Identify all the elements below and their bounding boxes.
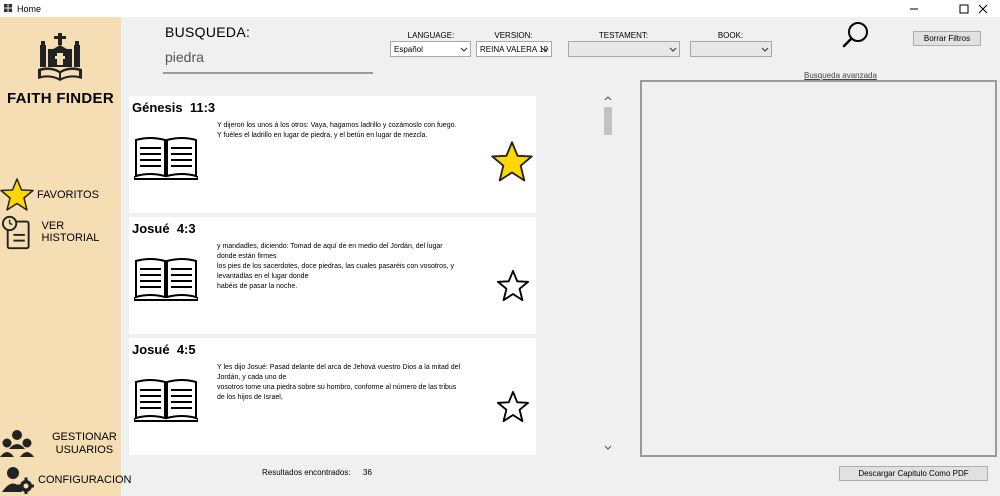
- result-card[interactable]: Josué 4:3 y mandadles, diciendo: Tomad d…: [129, 217, 536, 334]
- sidebar-item-label: GESTIONAR USUARIOS: [52, 431, 117, 456]
- chevron-down-icon: [541, 47, 549, 52]
- book-select[interactable]: [690, 41, 772, 57]
- results-count-value: 36: [363, 468, 372, 477]
- scroll-up-arrow-icon[interactable]: [604, 95, 612, 101]
- verse-line: Jordán, y cada uno de: [217, 374, 287, 381]
- verse-line: vosotros tome una piedra sobre su hombro…: [217, 384, 457, 391]
- verse-line: y mandadles, diciendo: Tomad de aquí de …: [217, 243, 443, 250]
- verse-line: los pies de los sacerdotes, doce piedras…: [217, 263, 454, 270]
- language-label: LANGUAGE:: [407, 31, 455, 40]
- result-book: Josué: [132, 342, 170, 357]
- sidebar: FAITH FINDER FAVORITOS VER HISTORIAL GES…: [0, 17, 132, 496]
- verse-line: Y dijeron los unos á los otros: Vaya, ha…: [217, 122, 457, 129]
- close-icon: [978, 4, 988, 13]
- sidebar-item-label: CONFIGURACION: [38, 473, 132, 486]
- result-card[interactable]: Génesis 11:3 Y dijeron los unos á los ot…: [129, 96, 536, 213]
- search-label: BUSQUEDA:: [165, 24, 251, 40]
- favorite-star-filled-icon[interactable]: [491, 141, 533, 183]
- verse-line: donde están firmes: [217, 253, 277, 260]
- result-book: Génesis: [132, 100, 183, 115]
- sidebar-item-configuracion[interactable]: CONFIGURACION: [2, 466, 132, 494]
- scroll-down-arrow-icon[interactable]: [604, 445, 612, 451]
- users-icon: [0, 430, 34, 457]
- testament-select[interactable]: [568, 41, 680, 57]
- sidebar-item-label: FAVORITOS: [37, 189, 99, 201]
- verse-line: habéis de pasar la noche.: [217, 283, 298, 290]
- result-chapter-verse: 11:3: [189, 100, 216, 115]
- favorite-star-outline-icon[interactable]: [497, 270, 529, 302]
- verse-line: Y fuéles el ladrillo en lugar de piedra,…: [217, 132, 428, 139]
- user-settings-icon: [2, 467, 34, 494]
- result-reference: Génesis 11:3: [132, 100, 215, 115]
- clear-filters-button[interactable]: Borrar Filtros: [913, 31, 981, 46]
- history-icon: [2, 215, 30, 250]
- results-count-label: Resultados encontrados:: [262, 468, 351, 477]
- open-book-icon: [134, 137, 198, 180]
- window-title: Home: [17, 3, 42, 14]
- result-chapter-verse: 4:5: [176, 342, 196, 357]
- title-bar: Home: [0, 0, 1000, 17]
- language-value: Español: [394, 44, 423, 54]
- result-reference: Josué 4:3: [132, 221, 196, 236]
- open-book-icon: [134, 379, 198, 422]
- chapter-view-panel: [640, 80, 997, 457]
- result-book: Josué: [132, 221, 170, 236]
- result-verse-text: Y dijeron los unos á los otros: Vaya, ha…: [217, 121, 487, 141]
- version-value: REINA VALERA 19: [480, 44, 548, 54]
- verse-line: de los hijos de Israel,: [217, 394, 283, 401]
- result-reference: Josué 4:5: [132, 342, 196, 357]
- verse-line: levantadlas en el lugar donde: [217, 273, 309, 280]
- verse-line: Y les dijo Josué: Pasad delante del arca…: [217, 364, 461, 371]
- book-label: BOOK:: [717, 31, 744, 40]
- results-scrollbar[interactable]: [601, 93, 615, 455]
- language-select[interactable]: Español: [390, 41, 471, 57]
- sidebar-item-ver-historial[interactable]: VER HISTORIAL: [2, 215, 121, 251]
- app-icon: [4, 4, 13, 13]
- minimize-button[interactable]: [897, 0, 931, 17]
- scroll-thumb[interactable]: [604, 107, 612, 135]
- favorite-star-outline-icon[interactable]: [497, 391, 529, 423]
- result-card[interactable]: Josué 4:5 Y les dijo Josué: Pasad delant…: [129, 338, 536, 455]
- open-book-icon: [134, 258, 198, 301]
- star-icon: [0, 178, 34, 211]
- version-select[interactable]: REINA VALERA 19: [476, 41, 552, 57]
- sidebar-item-gestionar-usuarios[interactable]: GESTIONAR USUARIOS: [0, 427, 117, 461]
- close-button[interactable]: [966, 0, 1000, 17]
- sidebar-item-label: VER HISTORIAL: [41, 219, 100, 244]
- chevron-down-icon: [669, 47, 677, 52]
- search-input[interactable]: [163, 42, 373, 74]
- version-label: VERSION:: [494, 31, 533, 40]
- result-chapter-verse: 4:3: [176, 221, 196, 236]
- result-verse-text: y mandadles, diciendo: Tomad de aquí de …: [217, 242, 487, 292]
- app-brand-name: FAITH FINDER: [7, 90, 114, 107]
- sidebar-item-favoritos[interactable]: FAVORITOS: [0, 178, 99, 212]
- result-verse-text: Y les dijo Josué: Pasad delante del arca…: [217, 363, 487, 403]
- church-bible-logo-icon: [38, 33, 82, 81]
- results-list: Génesis 11:3 Y dijeron los unos á los ot…: [125, 96, 539, 456]
- minimize-icon: [910, 8, 918, 9]
- search-icon[interactable]: [842, 21, 870, 49]
- download-pdf-button[interactable]: Descargar Capitulo Como PDF: [839, 466, 988, 481]
- chevron-down-icon: [761, 47, 769, 52]
- testament-label: TESTAMENT:: [598, 31, 649, 40]
- chevron-down-icon: [460, 47, 468, 52]
- advanced-search-link[interactable]: Busqueda avanzada: [804, 71, 877, 80]
